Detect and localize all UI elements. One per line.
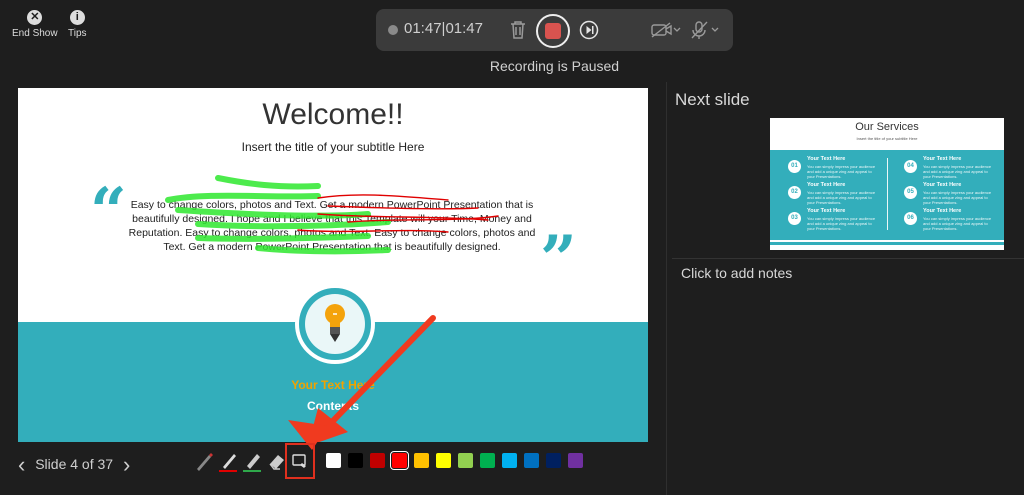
stop-icon: [545, 23, 561, 39]
laser-pen-icon: [197, 453, 213, 471]
speaker-notes[interactable]: Click to add notes: [681, 265, 792, 281]
color-swatch[interactable]: [348, 453, 363, 468]
panel-divider: [666, 82, 667, 495]
tips-label: Tips: [68, 28, 87, 39]
service-number: 04: [904, 160, 917, 173]
time-total: 01:47: [445, 20, 483, 37]
service-number: 06: [904, 212, 917, 225]
thumb-title: Our Services: [855, 121, 919, 133]
service-number: 02: [788, 186, 801, 199]
service-description: You can simply impress your audience and…: [923, 190, 992, 205]
next-slide-heading: Next slide: [675, 90, 750, 109]
resume-button[interactable]: [579, 20, 599, 45]
slide-navigator: ‹ Slide 4 of 37 ›: [18, 452, 130, 478]
color-swatch[interactable]: [546, 453, 561, 468]
service-title: Your Text Here: [923, 156, 962, 162]
next-slide-icon[interactable]: ›: [123, 452, 130, 477]
service-title: Your Text Here: [807, 182, 846, 188]
service-title: Your Text Here: [923, 208, 962, 214]
pen-icon: [219, 454, 237, 472]
trash-icon[interactable]: [509, 20, 527, 45]
record-stop-button[interactable]: [536, 14, 570, 48]
pointer-pen-tool[interactable]: [193, 449, 215, 473]
end-show-button[interactable]: ✕ End Show: [12, 10, 58, 39]
microphone-toggle-button[interactable]: [689, 20, 721, 45]
service-description: You can simply impress your audience and…: [923, 164, 992, 179]
color-swatch[interactable]: [436, 453, 451, 468]
current-slide[interactable]: Welcome!! Insert the title of your subti…: [18, 88, 648, 442]
tips-button[interactable]: i Tips: [68, 10, 87, 39]
thumb-divider: [887, 158, 888, 230]
color-swatch[interactable]: [414, 453, 429, 468]
color-swatch[interactable]: [524, 453, 539, 468]
notes-divider: [672, 258, 1024, 259]
close-icon: ✕: [27, 10, 43, 25]
service-description: You can simply impress your audience and…: [923, 216, 992, 231]
service-title: Your Text Here: [807, 156, 846, 162]
color-swatch[interactable]: [458, 453, 473, 468]
time-elapsed: 01:47: [404, 20, 442, 37]
highlighter-icon: [243, 454, 261, 472]
color-swatch[interactable]: [326, 453, 341, 468]
previous-slide-icon[interactable]: ‹: [18, 452, 25, 477]
pen-tool[interactable]: [218, 449, 240, 473]
thumb-footer-bar: [770, 242, 1004, 245]
color-swatch[interactable]: [480, 453, 495, 468]
slide-counter: Slide 4 of 37: [35, 456, 114, 472]
highlighter-tool[interactable]: [242, 449, 264, 473]
camera-off-icon: [651, 22, 681, 38]
service-description: You can simply impress your audience and…: [807, 216, 876, 231]
color-swatch[interactable]: [502, 453, 517, 468]
service-title: Your Text Here: [807, 208, 846, 214]
color-swatch[interactable]: [390, 451, 409, 470]
next-slide-thumbnail[interactable]: Our Services Insert the title of your su…: [770, 118, 1004, 250]
service-number: 01: [788, 160, 801, 173]
color-swatch[interactable]: [568, 453, 583, 468]
info-icon: i: [69, 10, 85, 25]
recording-toolbar: 01:47|01:47: [376, 9, 733, 51]
play-pause-icon: [579, 20, 599, 40]
screen-eraser-icon: [292, 454, 306, 468]
end-show-label: End Show: [12, 28, 58, 39]
service-title: Your Text Here: [923, 182, 962, 188]
recording-indicator-icon: [388, 25, 398, 35]
service-description: You can simply impress your audience and…: [807, 190, 876, 205]
microphone-off-icon: [691, 21, 719, 39]
clear-ink-tool[interactable]: [285, 443, 315, 479]
service-description: You can simply impress your audience and…: [807, 164, 876, 179]
thumb-subtitle: Insert the title of your subtitle Here: [856, 136, 918, 141]
camera-toggle-button[interactable]: [651, 21, 681, 44]
recording-status: Recording is Paused: [489, 58, 620, 74]
color-swatch[interactable]: [370, 453, 385, 468]
recording-timer: 01:47|01:47: [404, 20, 483, 37]
service-number: 05: [904, 186, 917, 199]
service-number: 03: [788, 212, 801, 225]
